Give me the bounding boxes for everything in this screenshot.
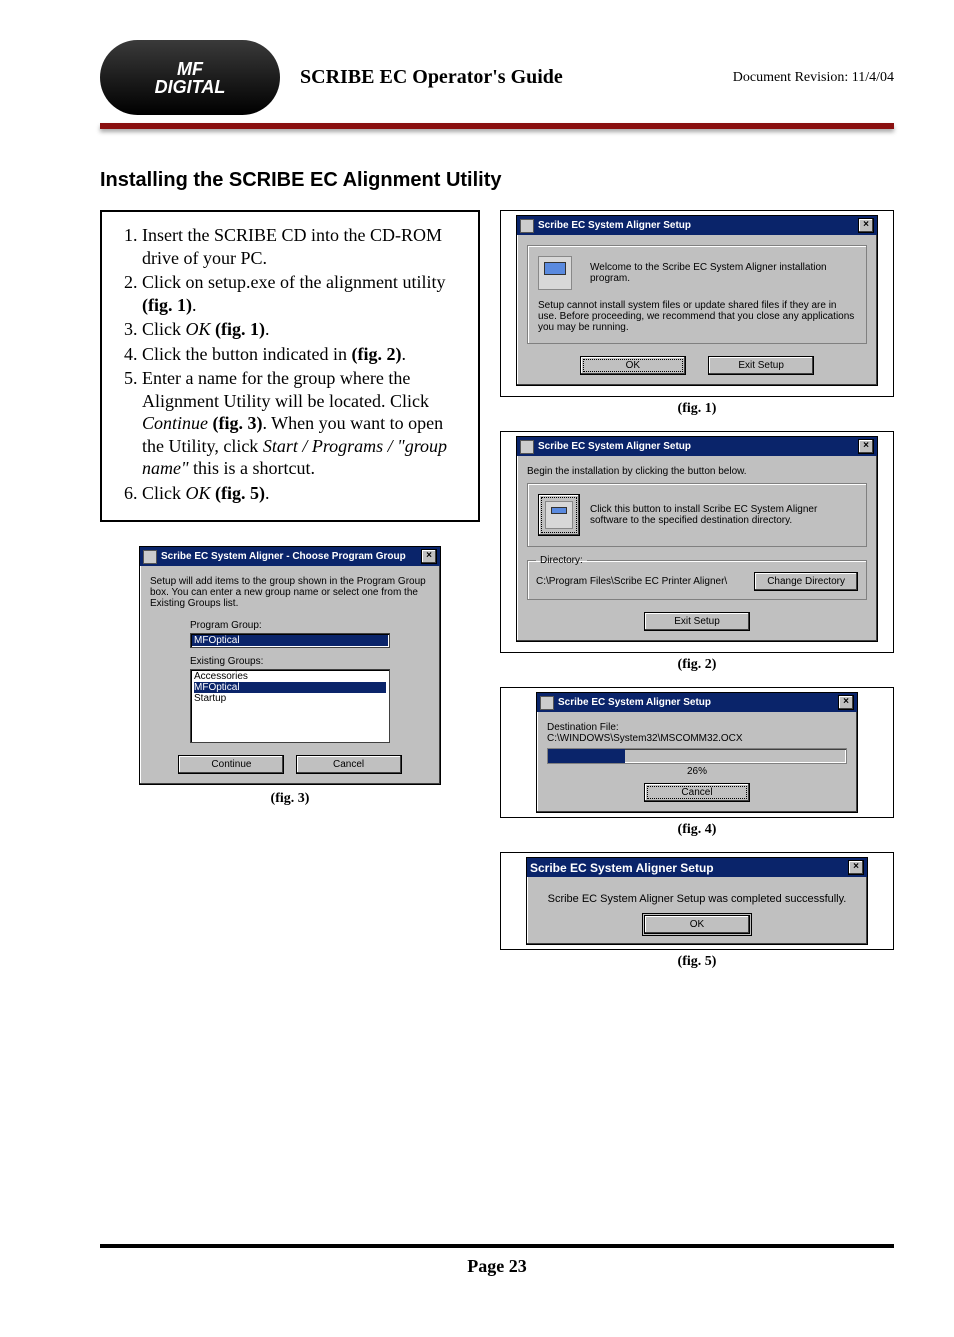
app-icon xyxy=(520,440,534,454)
step-4-b: (fig. 2) xyxy=(351,344,401,364)
program-group-label: Program Group: xyxy=(190,620,390,631)
app-icon xyxy=(520,219,534,233)
list-item[interactable]: MFOptical xyxy=(194,682,386,693)
directory-group: Directory: C:\Program Files\Scribe EC Pr… xyxy=(527,555,867,600)
fig3-caption: (fig. 3) xyxy=(100,791,480,807)
step-6: Click OK (fig. 5). xyxy=(142,482,464,505)
close-icon[interactable]: × xyxy=(848,860,864,875)
step-3-c: (fig. 1) xyxy=(211,319,265,339)
logo: MF DIGITAL xyxy=(100,40,280,115)
change-directory-button[interactable]: Change Directory xyxy=(754,572,858,591)
step-5-c: (fig. 3) xyxy=(208,413,262,433)
existing-groups-list[interactable]: Accessories MFOptical Startup xyxy=(190,669,390,743)
list-item[interactable]: Accessories xyxy=(194,671,386,682)
step-3-d: . xyxy=(265,319,270,339)
app-icon xyxy=(143,550,157,564)
step-6-a: Click xyxy=(142,483,186,503)
doc-revision: Document Revision: 11/4/04 xyxy=(733,70,894,86)
fig1-caption: (fig. 1) xyxy=(500,401,894,417)
step-1: Insert the SCRIBE CD into the CD-ROM dri… xyxy=(142,224,464,269)
ok-button[interactable]: OK xyxy=(644,915,750,934)
fig1-body: Setup cannot install system files or upd… xyxy=(538,300,856,333)
program-group-input[interactable]: MFOptical xyxy=(190,633,390,648)
section-heading: Installing the SCRIBE EC Alignment Utili… xyxy=(100,169,894,192)
step-4-c: . xyxy=(401,344,406,364)
step-4-a: Click the button indicated in xyxy=(142,344,351,364)
computer-icon xyxy=(545,501,573,529)
footer-rule xyxy=(100,1244,894,1248)
step-3-b: OK xyxy=(186,319,211,339)
close-icon[interactable]: × xyxy=(838,695,854,710)
fig5-dialog: Scribe EC System Aligner Setup × Scribe … xyxy=(526,857,868,945)
close-icon[interactable]: × xyxy=(858,439,874,454)
cancel-button[interactable]: Cancel xyxy=(296,755,402,774)
fig2-caption: (fig. 2) xyxy=(500,657,894,673)
fig1-titlebar: Scribe EC System Aligner Setup × xyxy=(517,216,877,235)
existing-groups-label: Existing Groups: xyxy=(190,656,390,667)
progress-percent: 26% xyxy=(547,766,847,777)
fig4-caption: (fig. 4) xyxy=(500,822,894,838)
install-button[interactable] xyxy=(538,494,580,536)
fig4-title: Scribe EC System Aligner Setup xyxy=(558,697,834,708)
progress-bar xyxy=(547,748,847,764)
step-1-text: Insert the SCRIBE CD into the CD-ROM dri… xyxy=(142,225,442,268)
fig3-titlebar: Scribe EC System Aligner - Choose Progra… xyxy=(140,547,440,566)
step-3: Click OK (fig. 1). xyxy=(142,318,464,341)
fig3-dialog: Scribe EC System Aligner - Choose Progra… xyxy=(139,546,441,785)
fig3-intro: Setup will add items to the group shown … xyxy=(150,576,430,609)
step-6-b: OK xyxy=(186,483,211,503)
cancel-button[interactable]: Cancel xyxy=(644,783,750,802)
step-3-a: Click xyxy=(142,319,186,339)
close-icon[interactable]: × xyxy=(421,549,437,564)
step-5-b: Continue xyxy=(142,413,208,433)
destination-file-path: C:\WINDOWS\System32\MSCOMM32.OCX xyxy=(547,733,847,744)
fig5-title: Scribe EC System Aligner Setup xyxy=(530,861,844,875)
continue-button[interactable]: Continue xyxy=(178,755,284,774)
fig2-titlebar: Scribe EC System Aligner Setup × xyxy=(517,437,877,456)
directory-path: C:\Program Files\Scribe EC Printer Align… xyxy=(536,576,744,587)
fig2-title: Scribe EC System Aligner Setup xyxy=(538,441,854,452)
fig1-welcome: Welcome to the Scribe EC System Aligner … xyxy=(590,262,856,284)
fig4-dialog: Scribe EC System Aligner Setup × Destina… xyxy=(536,692,858,813)
step-6-d: . xyxy=(265,483,270,503)
fig5-caption: (fig. 5) xyxy=(500,954,894,970)
fig2-dialog: Scribe EC System Aligner Setup × Begin t… xyxy=(516,436,878,642)
progress-fill xyxy=(548,749,625,763)
fig2-begin: Begin the installation by clicking the b… xyxy=(527,466,867,477)
exit-setup-button[interactable]: Exit Setup xyxy=(708,356,814,375)
fig2-hint: Click this button to install Scribe EC S… xyxy=(590,504,856,526)
fig3-title: Scribe EC System Aligner - Choose Progra… xyxy=(161,551,417,562)
list-item[interactable]: Startup xyxy=(194,693,386,704)
fig1-dialog: Scribe EC System Aligner Setup × Welcome… xyxy=(516,215,878,386)
destination-file-label: Destination File: xyxy=(547,722,847,733)
directory-legend: Directory: xyxy=(536,555,587,566)
step-4: Click the button indicated in (fig. 2). xyxy=(142,343,464,366)
step-2-a: Click on setup.exe of the alignment util… xyxy=(142,272,445,292)
header: MF DIGITAL SCRIBE EC Operator's Guide Do… xyxy=(100,40,894,115)
header-rule xyxy=(100,123,894,129)
step-2-b: (fig. 1) xyxy=(142,295,192,315)
computer-icon xyxy=(538,256,572,290)
page-number: Page 23 xyxy=(100,1256,894,1277)
exit-setup-button[interactable]: Exit Setup xyxy=(644,612,750,631)
step-5: Enter a name for the group where the Ali… xyxy=(142,367,464,480)
step-6-c: (fig. 5) xyxy=(211,483,265,503)
guide-title: SCRIBE EC Operator's Guide xyxy=(300,66,563,89)
step-2: Click on setup.exe of the alignment util… xyxy=(142,271,464,316)
close-icon[interactable]: × xyxy=(858,218,874,233)
ok-button[interactable]: OK xyxy=(580,356,686,375)
steps-box: Insert the SCRIBE CD into the CD-ROM dri… xyxy=(100,210,480,522)
logo-line2: DIGITAL xyxy=(155,78,226,96)
step-5-a: Enter a name for the group where the Ali… xyxy=(142,368,429,411)
fig5-titlebar: Scribe EC System Aligner Setup × xyxy=(527,858,867,877)
logo-line1: MF xyxy=(155,60,226,78)
fig4-titlebar: Scribe EC System Aligner Setup × xyxy=(537,693,857,712)
fig5-message: Scribe EC System Aligner Setup was compl… xyxy=(537,893,857,905)
fig1-title: Scribe EC System Aligner Setup xyxy=(538,220,854,231)
app-icon xyxy=(540,696,554,710)
step-2-c: . xyxy=(192,295,197,315)
step-5-f: this is a shortcut. xyxy=(189,458,316,478)
